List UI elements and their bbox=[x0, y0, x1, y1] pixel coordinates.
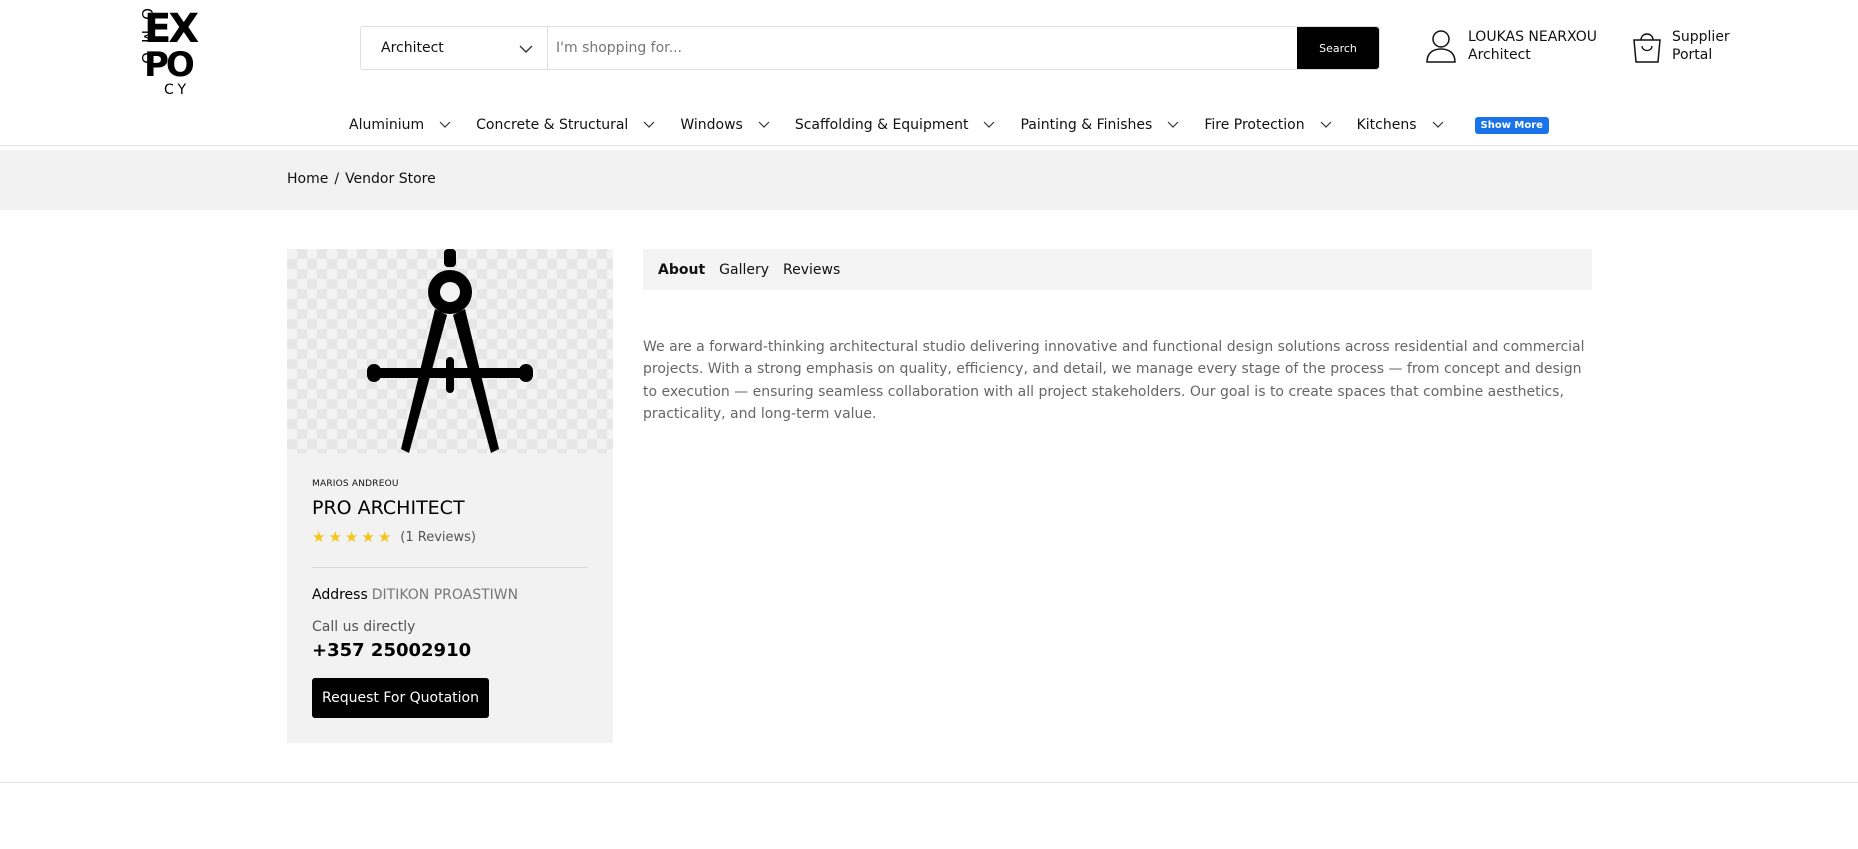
nav-item-fire-protection[interactable]: Fire Protection bbox=[1204, 117, 1332, 133]
nav-item-label: Kitchens bbox=[1356, 117, 1417, 133]
chevron-down-icon bbox=[758, 121, 770, 128]
shopping-bag-icon bbox=[1633, 33, 1661, 63]
breadcrumb: Home / Vendor Store bbox=[287, 171, 436, 187]
address-label: Address bbox=[312, 587, 368, 603]
nav-item-kitchens[interactable]: Kitchens bbox=[1357, 117, 1445, 133]
breadcrumb-separator: / bbox=[334, 171, 340, 187]
search-button[interactable]: Search bbox=[1297, 27, 1379, 69]
category-select[interactable]: Architect bbox=[361, 27, 548, 69]
call-label: Call us directly bbox=[312, 619, 416, 635]
nav-item-label: Fire Protection bbox=[1204, 117, 1305, 133]
star-icon: ★ bbox=[377, 528, 392, 546]
chevron-down-icon bbox=[984, 121, 995, 128]
info-divider bbox=[312, 567, 588, 568]
category-nav-list: Aluminium Concrete & Structural Windows … bbox=[349, 113, 1549, 137]
logo-text-cy: CY bbox=[164, 82, 190, 98]
tab-about[interactable]: About bbox=[658, 262, 705, 278]
category-nav: Aluminium Concrete & Structural Windows … bbox=[0, 106, 1858, 146]
nav-item-label: Painting & Finishes bbox=[1020, 117, 1153, 133]
vendor-rating: ★ ★ ★ ★ ★ (1 Reviews) bbox=[312, 528, 476, 546]
site-logo[interactable]: O M O EX PO CY bbox=[130, 0, 225, 98]
vendor-image bbox=[287, 249, 613, 453]
supplier-line2: Portal bbox=[1672, 47, 1713, 63]
show-more-button[interactable]: Show More bbox=[1474, 116, 1549, 134]
vendor-info-panel: MARIOS ANDREOU PRO ARCHITECT ★ ★ ★ ★ ★ (… bbox=[287, 453, 613, 743]
account-link[interactable]: LOUKAS NEARXOU Architect bbox=[1424, 28, 1597, 64]
breadcrumb-current: Vendor Store bbox=[345, 171, 436, 187]
star-icon: ★ bbox=[361, 528, 375, 546]
nav-item-label: Aluminium bbox=[349, 117, 425, 133]
tab-gallery[interactable]: Gallery bbox=[719, 262, 769, 278]
vendor-tabs: About Gallery Reviews bbox=[643, 249, 1592, 290]
vendor-owner: MARIOS ANDREOU bbox=[312, 479, 399, 489]
breadcrumb-home-link[interactable]: Home bbox=[287, 171, 328, 187]
drafting-compass-icon bbox=[367, 249, 533, 453]
footer-divider bbox=[0, 782, 1858, 783]
supplier-line1: Supplier bbox=[1672, 29, 1730, 45]
search-bar: Architect Search bbox=[360, 26, 1380, 70]
supplier-portal-link[interactable]: Supplier Portal bbox=[1630, 28, 1730, 64]
account-role: Architect bbox=[1468, 47, 1531, 63]
address-value: DITIKON PROASTIWN bbox=[371, 587, 519, 603]
chevron-down-icon bbox=[1167, 121, 1179, 128]
about-description: We are a forward-thinking architectural … bbox=[643, 339, 1585, 423]
breadcrumb-bar: Home / Vendor Store bbox=[0, 150, 1858, 210]
request-quotation-button[interactable]: Request For Quotation bbox=[312, 678, 489, 718]
search-input[interactable] bbox=[548, 27, 1297, 69]
category-select-value: Architect bbox=[381, 40, 444, 56]
chevron-down-icon bbox=[1320, 121, 1332, 128]
nav-item-label: Scaffolding & Equipment bbox=[794, 117, 969, 133]
vendor-address: Address DITIKON PROASTIWN bbox=[312, 587, 518, 603]
supplier-portal-text: Supplier Portal bbox=[1672, 28, 1730, 64]
user-icon bbox=[1426, 30, 1456, 63]
chevron-down-icon bbox=[1432, 121, 1443, 128]
nav-item-painting-finishes[interactable]: Painting & Finishes bbox=[1020, 117, 1180, 133]
store-name: PRO ARCHITECT bbox=[312, 497, 465, 519]
account-name: LOUKAS NEARXOU bbox=[1468, 29, 1598, 45]
star-icon: ★ bbox=[312, 528, 326, 546]
tab-reviews[interactable]: Reviews bbox=[783, 262, 840, 278]
vendor-phone[interactable]: +357 25002910 bbox=[312, 640, 471, 661]
nav-item-concrete-structural[interactable]: Concrete & Structural bbox=[476, 117, 656, 133]
account-text: LOUKAS NEARXOU Architect bbox=[1468, 28, 1597, 64]
chevron-down-icon bbox=[439, 121, 451, 128]
reviews-count[interactable]: (1 Reviews) bbox=[400, 530, 476, 545]
chevron-down-icon bbox=[519, 45, 533, 53]
nav-item-scaffolding-equipment[interactable]: Scaffolding & Equipment bbox=[795, 117, 997, 133]
star-icon: ★ bbox=[344, 528, 359, 546]
logo-mark: O M O EX PO CY bbox=[138, 6, 202, 98]
nav-item-label: Concrete & Structural bbox=[476, 117, 629, 133]
site-header: O M O EX PO CY Architect Search LOUKAS N… bbox=[0, 0, 1858, 98]
nav-item-label: Windows bbox=[680, 117, 743, 133]
logo-text-po: PO bbox=[144, 45, 194, 85]
star-icon: ★ bbox=[328, 528, 342, 546]
nav-item-windows[interactable]: Windows bbox=[680, 117, 771, 133]
chevron-down-icon bbox=[643, 121, 655, 128]
nav-item-aluminium[interactable]: Aluminium bbox=[349, 117, 452, 133]
